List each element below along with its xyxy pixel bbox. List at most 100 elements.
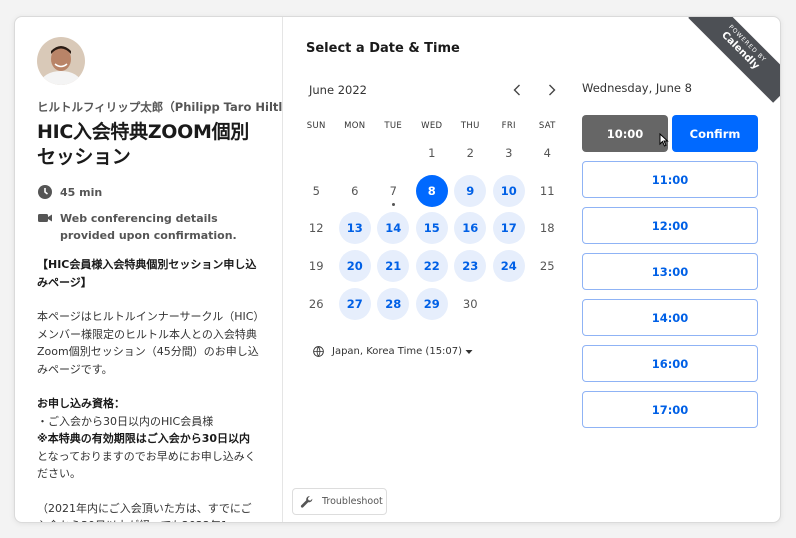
calendar-day-unavailable: 2	[451, 134, 490, 172]
duration-label: 45 min	[60, 186, 103, 199]
description-heading: 【HIC会員様入会特典個別セッション申し込みページ】	[37, 258, 257, 289]
day-number: 22	[415, 250, 448, 283]
chevron-left-icon	[513, 84, 520, 96]
time-slot-row: 14:00	[582, 299, 759, 336]
calendar-day-available[interactable]: 15	[413, 210, 452, 248]
calendar-day-available[interactable]: 16	[451, 210, 490, 248]
day-number: 11	[539, 183, 555, 198]
prev-month-button[interactable]	[507, 80, 527, 100]
event-description: 【HIC会員様入会特典個別セッション申し込みページ】 本ページはヒルトルインナー…	[37, 256, 260, 522]
day-number: 30	[462, 297, 478, 312]
weekday-label: MON	[344, 121, 366, 131]
time-slot-row: 13:00	[582, 253, 759, 290]
confirm-button[interactable]: Confirm	[672, 115, 758, 152]
day-number: 2	[466, 145, 474, 160]
troubleshoot-button[interactable]: Troubleshoot	[292, 488, 387, 515]
time-slot-button[interactable]: 12:00	[582, 207, 758, 244]
time-slot-row: 16:00	[582, 345, 759, 382]
calendar-day-unavailable: 19	[297, 247, 336, 285]
calendar-week: 5 6 7 8 9 10 11	[297, 172, 567, 210]
calendar-day-unavailable: 6	[336, 172, 375, 210]
calendar-day-unavailable: 5	[297, 172, 336, 210]
next-month-button[interactable]	[542, 80, 562, 100]
time-slot-row: 12:00	[582, 207, 759, 244]
calendar-day-available[interactable]: 22	[413, 247, 452, 285]
time-slot-button[interactable]: 13:00	[582, 253, 758, 290]
scheduler-title: Select a Date & Time	[306, 41, 460, 56]
time-slot-button[interactable]: 16:00	[582, 345, 758, 382]
weekday-label: FRI	[501, 121, 516, 131]
day-number: 10	[492, 174, 525, 207]
weekday-label: SAT	[538, 121, 556, 131]
validity-note: ※本特典の有効期限はご入会から30日以内	[37, 432, 251, 445]
calendar-day-unavailable: 7	[374, 172, 413, 210]
booking-card: ヒルトルフィリップ太郎（Philipp Taro Hiltl） HIC入会特典Z…	[14, 16, 781, 523]
event-details-panel: ヒルトルフィリップ太郎（Philipp Taro Hiltl） HIC入会特典Z…	[15, 17, 283, 522]
selected-slot-row: 10:00 Confirm	[582, 115, 759, 152]
calendar-empty-cell	[490, 285, 529, 323]
calendar-empty-cell	[374, 134, 413, 172]
calendar-day-available[interactable]: 20	[336, 247, 375, 285]
day-number: 29	[415, 288, 448, 321]
day-number: 5	[312, 183, 320, 198]
day-number: 15	[415, 212, 448, 245]
day-number: 26	[308, 297, 324, 312]
day-number: 17	[492, 212, 525, 245]
day-number: 8	[415, 174, 448, 207]
selected-time-slot[interactable]: 10:00	[582, 115, 668, 152]
qualification-title: お申し込み資格：	[37, 397, 125, 410]
calendar-day-unavailable: 1	[413, 134, 452, 172]
weekday-label: SUN	[306, 121, 326, 131]
today-indicator	[391, 202, 395, 206]
calendar-day-available[interactable]: 14	[374, 210, 413, 248]
caret-down-icon	[465, 349, 473, 354]
calendar-day-available[interactable]: 17	[490, 210, 529, 248]
available-slots: 11:00 12:00 13:00 14:00 16:00 17:00	[582, 161, 759, 428]
calendar-day-available[interactable]: 23	[451, 247, 490, 285]
qualification-item: ・ご入会から30日以内のHIC会員様	[37, 414, 214, 428]
calendar-empty-cell	[336, 134, 375, 172]
day-number: 13	[338, 212, 371, 245]
day-number: 7	[389, 183, 397, 198]
mouse-cursor-icon	[659, 133, 669, 147]
calendar-week: 26 27 28 29 30	[297, 285, 567, 323]
day-number: 3	[505, 145, 513, 160]
calendar-day-unavailable: 25	[528, 247, 567, 285]
time-slot-button[interactable]: 11:00	[582, 161, 758, 198]
time-slot-button[interactable]: 17:00	[582, 391, 758, 428]
calendar-day-unavailable: 30	[451, 285, 490, 323]
calendar-day-available[interactable]: 27	[336, 285, 375, 323]
calendar-day-unavailable: 3	[490, 134, 529, 172]
time-slot-button[interactable]: 14:00	[582, 299, 758, 336]
day-number: 14	[377, 212, 410, 245]
calendar-day-available[interactable]: 10	[490, 172, 529, 210]
selected-date-label: Wednesday, June 8	[582, 81, 692, 95]
timezone-label: Japan, Korea Time (15:07)	[332, 346, 463, 357]
weekday-label: TUE	[384, 121, 403, 131]
chevron-right-icon	[549, 84, 556, 96]
timezone-selector[interactable]: Japan, Korea Time (15:07)	[313, 346, 473, 357]
day-number: 6	[351, 183, 359, 198]
weekday-label: THU	[460, 121, 480, 131]
day-number: 16	[454, 212, 487, 245]
day-number: 24	[492, 250, 525, 283]
calendar-day-unavailable: 26	[297, 285, 336, 323]
clock-icon	[38, 185, 52, 199]
calendar-day-available[interactable]: 29	[413, 285, 452, 323]
day-number: 18	[539, 221, 555, 236]
day-number: 25	[539, 259, 555, 274]
day-number: 1	[428, 145, 436, 160]
description-intro: 本ページはヒルトルインナーサークル（HIC）メンバー様限定のヒルトル本人との入会…	[37, 310, 259, 376]
calendar-day-available[interactable]: 24	[490, 247, 529, 285]
description-note: （2021年内にご入会頂いた方は、すでにご入会から30日以上が経っても2022年…	[37, 501, 252, 523]
location-label: Web conferencing details provided upon c…	[60, 212, 237, 242]
calendar-day-available[interactable]: 21	[374, 247, 413, 285]
calendar-day-available[interactable]: 9	[451, 172, 490, 210]
calendar-week: 1 2 3 4	[297, 134, 567, 172]
day-number: 4	[543, 145, 551, 160]
event-location: Web conferencing details provided upon c…	[37, 210, 260, 244]
weekday-header: SUN MON TUE WED THU FRI SAT	[297, 121, 567, 131]
calendar-day-selected[interactable]: 8	[413, 172, 452, 210]
calendar-day-available[interactable]: 28	[374, 285, 413, 323]
calendar-day-available[interactable]: 13	[336, 210, 375, 248]
